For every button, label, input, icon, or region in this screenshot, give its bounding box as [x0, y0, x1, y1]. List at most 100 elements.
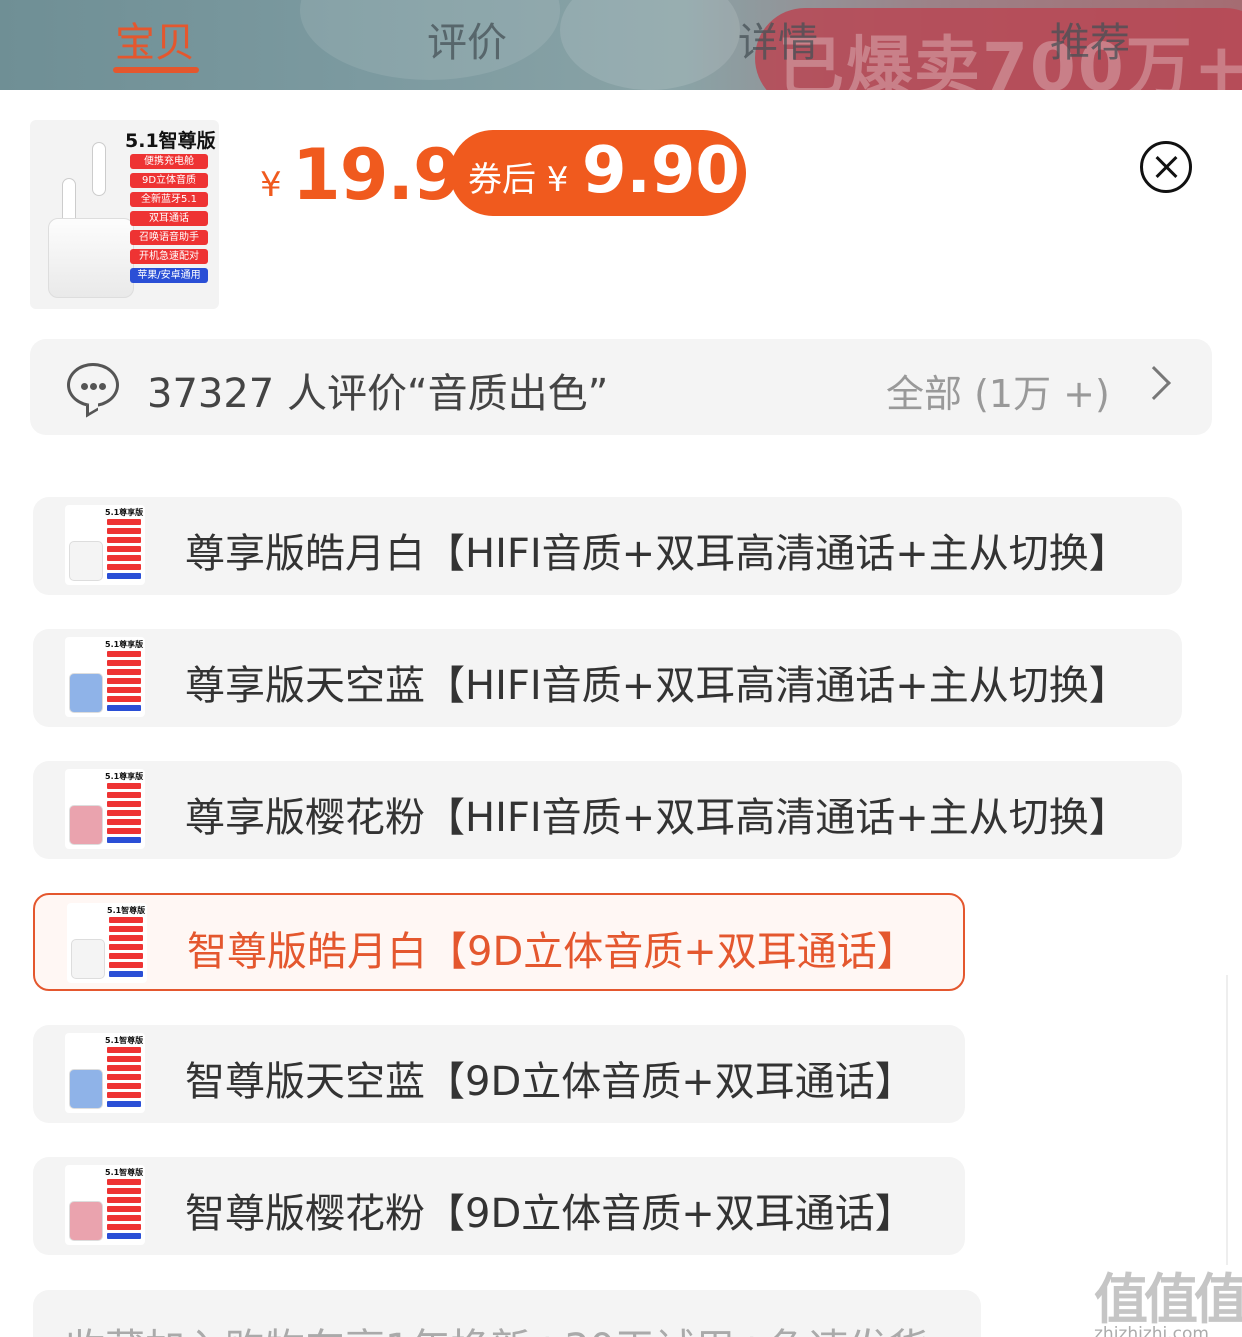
product-thumbnail[interactable]: 5.1智尊版 便携充电舱 9D立体音质 全新蓝牙5.1 双耳通话 召唤语音助手 开机急速配… [30, 120, 219, 309]
option-label: 智尊版天空蓝【9D立体音质+双耳通话】 [185, 1059, 915, 1105]
option-thumbnail: 5.1智尊版 [67, 903, 147, 983]
tab-recommend[interactable]: 推荐 [1050, 10, 1130, 68]
feature-strip [109, 962, 143, 968]
feature-strip [107, 678, 141, 684]
feature-tag: 全新蓝牙5.1 [130, 192, 208, 207]
feature-strip [107, 573, 141, 579]
feature-strip [107, 1224, 141, 1230]
feature-strip [107, 1233, 141, 1239]
feature-strip [107, 1101, 141, 1107]
sku-option[interactable]: 5.1尊享版尊享版皓月白【HIFI音质+双耳高清通话+主从切换】 [33, 497, 1182, 595]
option-thumb-title: 5.1尊享版 [105, 508, 144, 517]
earbud-image [92, 142, 106, 196]
feature-strip [107, 1188, 141, 1194]
feature-strip [107, 1206, 141, 1212]
currency-symbol: ¥ [260, 165, 282, 205]
feature-tag: 便携充电舱 [130, 154, 208, 169]
thumb-feature-tags: 便携充电舱 9D立体音质 全新蓝牙5.1 双耳通话 召唤语音助手 开机急速配对 苹果/安卓通… [130, 154, 208, 287]
top-tab-bar: 已爆卖700万+ 宝贝 评价 详情 推荐 [0, 0, 1242, 90]
option-thumbnail: 5.1智尊版 [65, 1165, 145, 1245]
feature-strip [107, 546, 141, 552]
chat-bubble-icon [67, 363, 119, 418]
option-thumb-title: 5.1尊享版 [105, 772, 144, 781]
feature-strip [107, 651, 141, 657]
feature-strip [107, 555, 141, 561]
feature-strip [107, 528, 141, 534]
feature-strip [107, 660, 141, 666]
review-summary-bar[interactable]: 37327 人评价“音质出色” 全部 (1万 +) [30, 339, 1212, 435]
feature-tag: 双耳通话 [130, 211, 208, 226]
feature-strip [107, 828, 141, 834]
banner-decoration [560, 0, 740, 90]
tab-details[interactable]: 详情 [738, 10, 818, 68]
feature-strip [107, 1056, 141, 1062]
feature-strip [107, 1197, 141, 1203]
feature-strip [107, 705, 141, 711]
feature-strip [107, 687, 141, 693]
promo-bar[interactable]: 收藏加入购物车享1年换新+30天试用+急速发货 [33, 1290, 981, 1337]
option-label: 智尊版樱花粉【9D立体音质+双耳通话】 [185, 1191, 915, 1237]
option-label: 尊享版樱花粉【HIFI音质+双耳高清通话+主从切换】 [185, 795, 1129, 841]
sku-option[interactable]: 5.1智尊版智尊版天空蓝【9D立体音质+双耳通话】 [33, 1025, 965, 1123]
option-label: 尊享版皓月白【HIFI音质+双耳高清通话+主从切换】 [185, 531, 1129, 577]
option-thumb-title: 5.1智尊版 [107, 906, 146, 915]
feature-strip [109, 926, 143, 932]
option-thumbnail: 5.1尊享版 [65, 769, 145, 849]
feature-strip [109, 971, 143, 977]
feature-tag: 9D立体音质 [130, 173, 208, 188]
promo-text: 收藏加入购物车享1年换新+30天试用+急速发货 [65, 1316, 928, 1337]
feature-strip [107, 1074, 141, 1080]
feature-strip [107, 696, 141, 702]
charging-case-image [69, 673, 103, 713]
feature-strip [107, 1179, 141, 1185]
feature-strip [107, 669, 141, 675]
charging-case-image [69, 805, 103, 845]
feature-strip [109, 953, 143, 959]
feature-strip [109, 935, 143, 941]
sku-option[interactable]: 5.1智尊版智尊版樱花粉【9D立体音质+双耳通话】 [33, 1157, 965, 1255]
coupon-price: 9.90 [582, 134, 740, 208]
scrollbar[interactable] [1226, 975, 1228, 1265]
feature-strip [107, 519, 141, 525]
option-thumb-title: 5.1智尊版 [105, 1168, 144, 1177]
charging-case-image [48, 218, 134, 298]
feature-strip [107, 810, 141, 816]
option-thumbnail: 5.1尊享版 [65, 637, 145, 717]
feature-strip [107, 1047, 141, 1053]
tab-reviews[interactable]: 评价 [427, 10, 507, 68]
feature-strip [107, 564, 141, 570]
option-label: 尊享版天空蓝【HIFI音质+双耳高清通话+主从切换】 [185, 663, 1129, 709]
close-icon[interactable] [1140, 141, 1192, 193]
watermark-logo: 值值值 [1094, 1268, 1242, 1331]
option-label: 智尊版皓月白【9D立体音质+双耳通话】 [187, 929, 917, 975]
feature-strip [107, 1065, 141, 1071]
feature-strip [107, 1083, 141, 1089]
feature-tag: 苹果/安卓通用 [130, 268, 208, 283]
feature-strip [107, 783, 141, 789]
feature-strip [109, 944, 143, 950]
view-all-reviews[interactable]: 全部 (1万 +) [886, 363, 1110, 418]
feature-strip [107, 1092, 141, 1098]
feature-strip [107, 837, 141, 843]
charging-case-image [69, 541, 103, 581]
tab-baobei[interactable]: 宝贝 [115, 10, 195, 68]
option-thumb-title: 5.1尊享版 [105, 640, 144, 649]
coupon-label: 券后 ¥ [468, 160, 569, 200]
chevron-right-icon [1137, 366, 1171, 400]
watermark: 值值值 zhizhizhi.com [1094, 1255, 1242, 1337]
option-thumbnail: 5.1智尊版 [65, 1033, 145, 1113]
sku-option[interactable]: 5.1智尊版智尊版皓月白【9D立体音质+双耳通话】 [33, 893, 965, 991]
original-price: 19.9 [292, 134, 462, 216]
coupon-price-badge: 券后 ¥ 9.90 [450, 130, 746, 216]
charging-case-image [69, 1069, 103, 1109]
charging-case-image [71, 939, 105, 979]
thumb-title: 5.1智尊版 [125, 130, 216, 152]
feature-strip [107, 537, 141, 543]
feature-strip [107, 1215, 141, 1221]
option-thumb-title: 5.1智尊版 [105, 1036, 144, 1045]
charging-case-image [69, 1201, 103, 1241]
feature-strip [109, 917, 143, 923]
sku-option[interactable]: 5.1尊享版尊享版樱花粉【HIFI音质+双耳高清通话+主从切换】 [33, 761, 1182, 859]
sku-option[interactable]: 5.1尊享版尊享版天空蓝【HIFI音质+双耳高清通话+主从切换】 [33, 629, 1182, 727]
active-tab-indicator [113, 67, 199, 73]
